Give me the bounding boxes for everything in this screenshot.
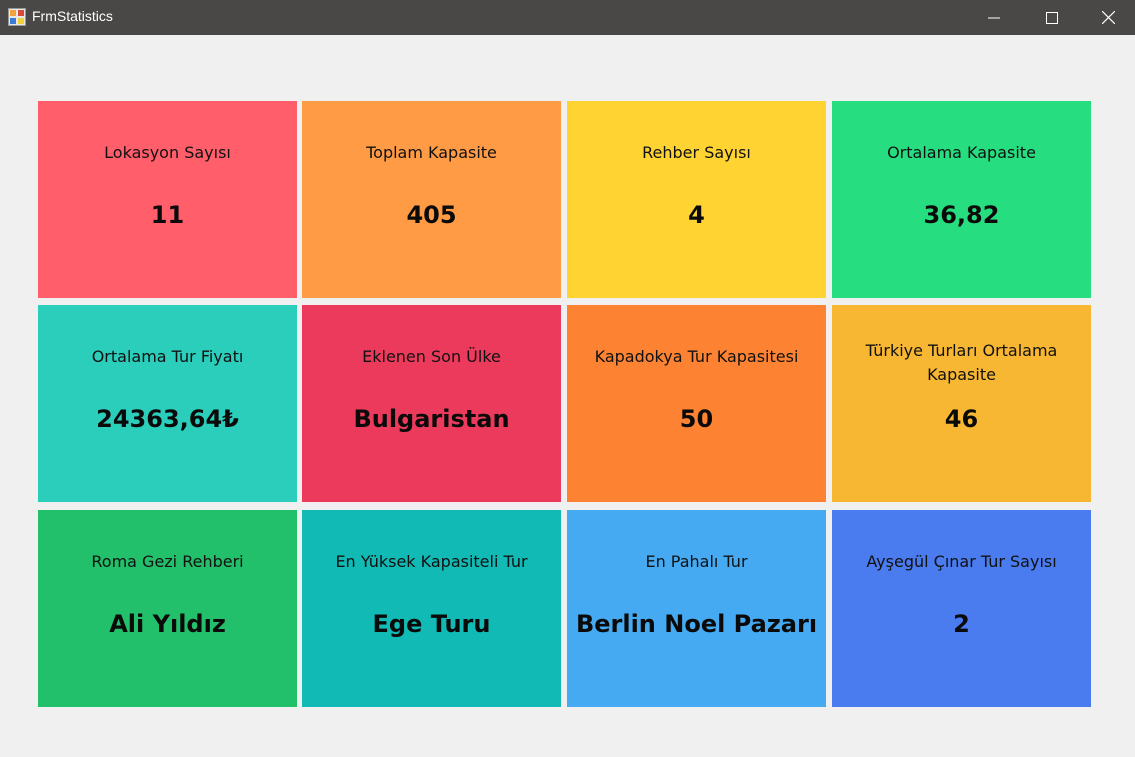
stat-value: 46 — [944, 405, 979, 433]
stat-value: 2 — [953, 610, 970, 638]
minimize-button[interactable] — [965, 0, 1023, 35]
stat-tile-turkey-tours-average-capacity: Türkiye Turları Ortalama Kapasite 46 — [832, 305, 1091, 502]
stat-value: 36,82 — [923, 201, 1000, 229]
stat-value: 4 — [688, 201, 705, 229]
stat-label: En Pahalı Tur — [645, 552, 748, 571]
stat-label: Türkiye Turları Ortalama Kapasite — [865, 341, 1058, 384]
close-icon — [1101, 11, 1115, 24]
stat-tile-average-tour-price: Ortalama Tur Fiyatı 24363,64₺ — [38, 305, 297, 502]
stat-tile-location-count: Lokasyon Sayısı 11 — [38, 101, 297, 298]
stat-label: Rehber Sayısı — [642, 143, 751, 162]
stat-tile-highest-capacity-tour: En Yüksek Kapasiteli Tur Ege Turu — [302, 510, 561, 707]
stat-tile-guide-count: Rehber Sayısı 4 — [567, 101, 826, 298]
maximize-icon — [1046, 11, 1058, 24]
close-button[interactable] — [1081, 0, 1135, 35]
stat-value: 405 — [406, 201, 457, 229]
stat-label: Lokasyon Sayısı — [104, 143, 231, 162]
stat-label: Ortalama Tur Fiyatı — [91, 347, 244, 366]
stat-tile-rome-guide: Roma Gezi Rehberi Ali Yıldız — [38, 510, 297, 707]
stat-label: Kapadokya Tur Kapasitesi — [594, 347, 799, 366]
stat-tile-aysegul-tour-count: Ayşegül Çınar Tur Sayısı 2 — [832, 510, 1091, 707]
stat-tile-last-added-country: Eklenen Son Ülke Bulgaristan — [302, 305, 561, 502]
maximize-button[interactable] — [1023, 0, 1081, 35]
title-bar: FrmStatistics — [0, 0, 1135, 35]
stat-label: Ayşegül Çınar Tur Sayısı — [866, 552, 1057, 571]
stat-tile-total-capacity: Toplam Kapasite 405 — [302, 101, 561, 298]
stat-tile-cappadocia-capacity: Kapadokya Tur Kapasitesi 50 — [567, 305, 826, 502]
stat-tile-average-capacity: Ortalama Kapasite 36,82 — [832, 101, 1091, 298]
app-icon — [8, 8, 26, 26]
stat-label: Toplam Kapasite — [366, 143, 497, 162]
stat-value: 24363,64₺ — [96, 405, 239, 433]
minimize-icon — [988, 17, 1000, 18]
stat-value: Ali Yıldız — [109, 610, 226, 638]
stat-value: Bulgaristan — [353, 405, 510, 433]
stat-tile-most-expensive-tour: En Pahalı Tur Berlin Noel Pazarı — [567, 510, 826, 707]
stat-label: Eklenen Son Ülke — [362, 347, 501, 366]
window-title: FrmStatistics — [32, 8, 113, 24]
stat-label: Ortalama Kapasite — [887, 143, 1036, 162]
stat-value: 50 — [679, 405, 714, 433]
stat-value: Ege Turu — [372, 610, 491, 638]
stat-value: 11 — [150, 201, 185, 229]
stat-label: Roma Gezi Rehberi — [91, 552, 244, 571]
stat-label: En Yüksek Kapasiteli Tur — [335, 552, 528, 571]
stat-value: Berlin Noel Pazarı — [575, 610, 818, 638]
